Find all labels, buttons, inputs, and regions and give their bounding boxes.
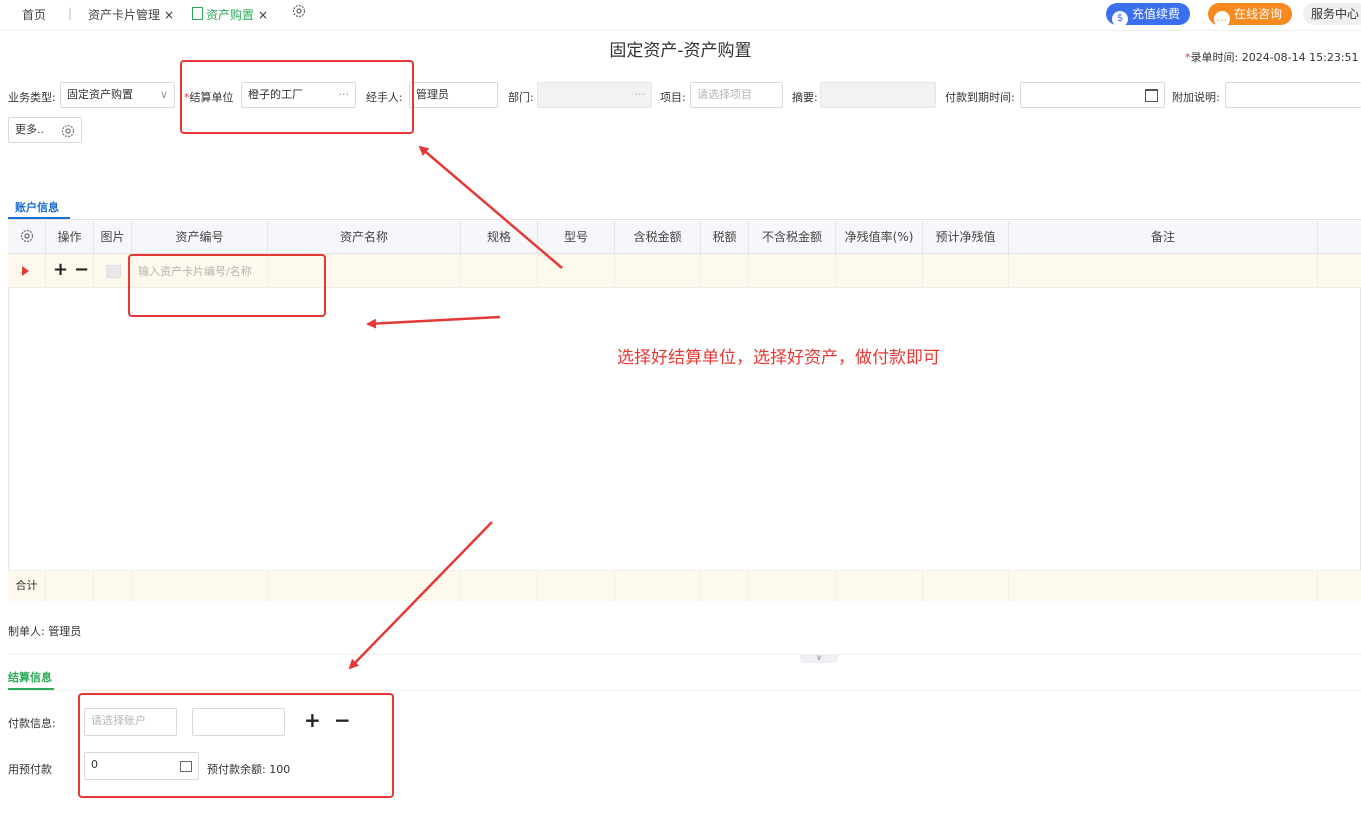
arrow-to-asset-code	[366, 315, 501, 329]
arrow-to-settle-unit	[418, 145, 563, 269]
annotation-text: 选择好结算单位，选择好资产，做付款即可	[617, 348, 940, 368]
annotation-arrows	[348, 145, 563, 670]
arrow-to-settlement	[348, 521, 493, 670]
